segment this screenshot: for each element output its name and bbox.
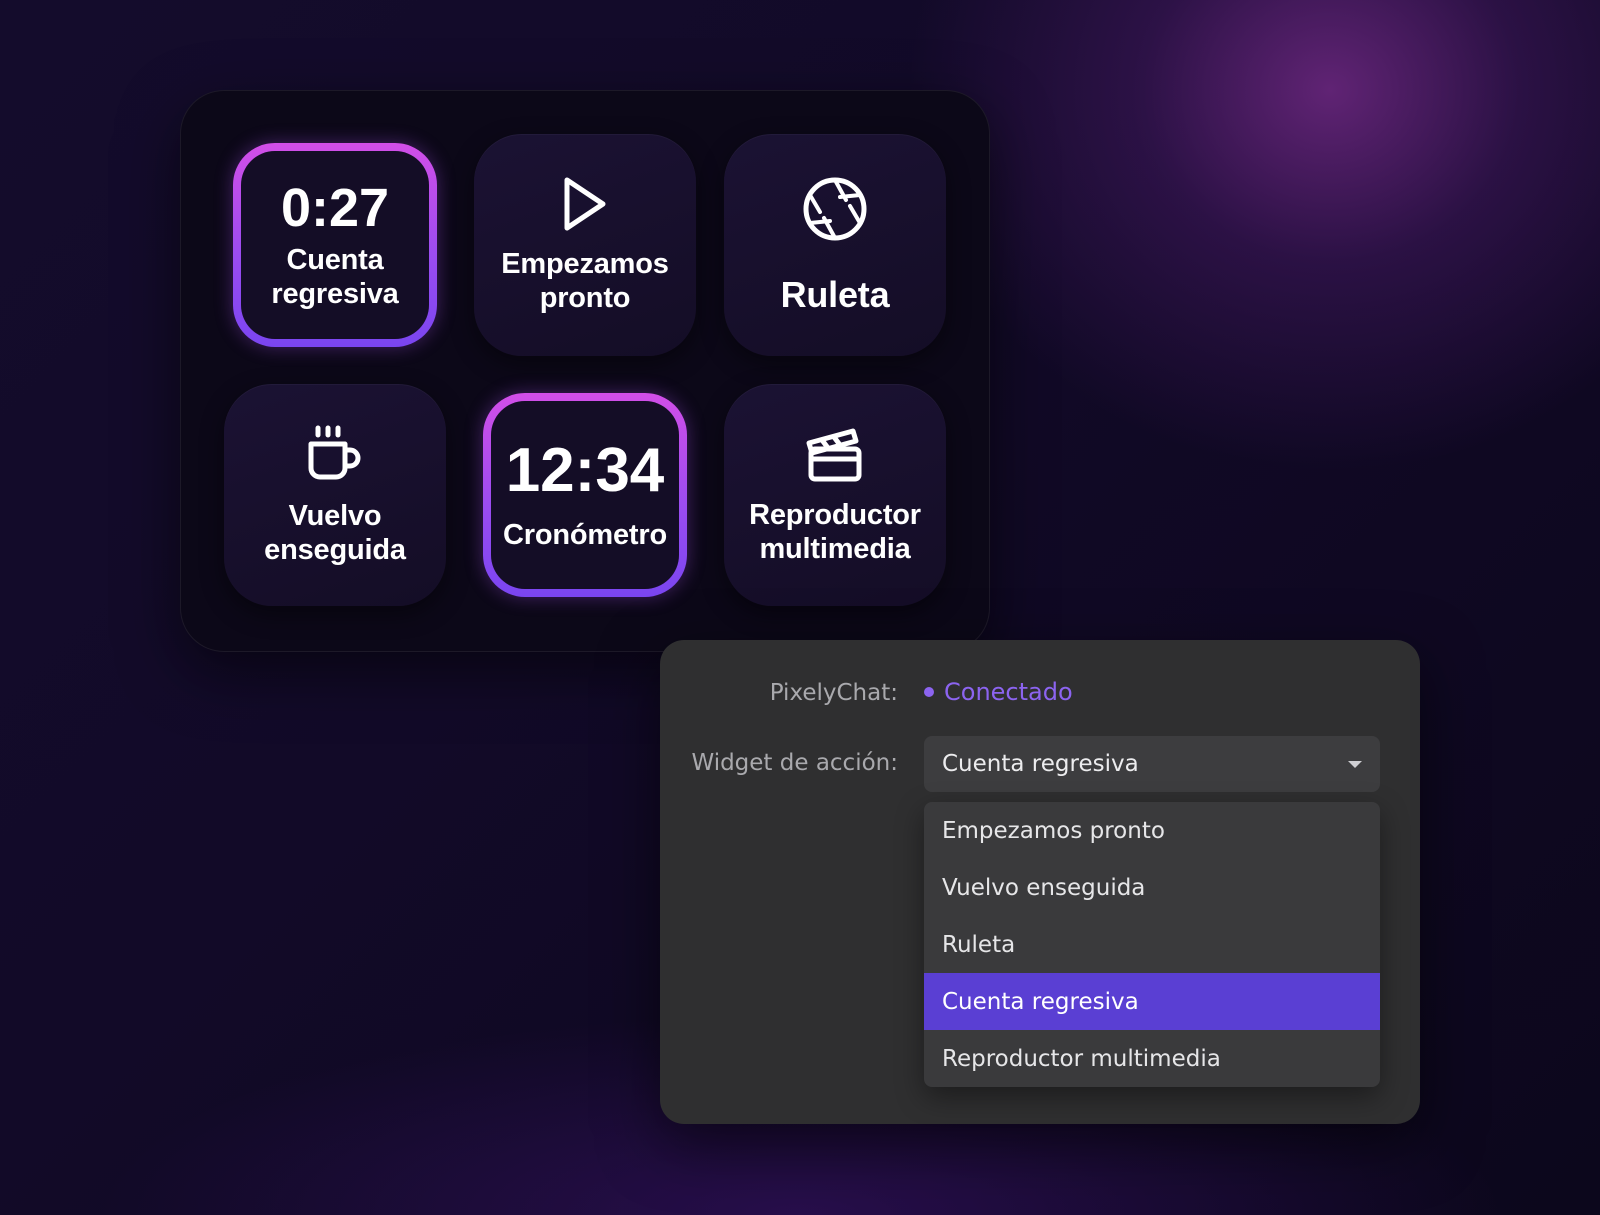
widget-select-value: Cuenta regresiva [942, 751, 1139, 777]
key-stopwatch[interactable]: 12:34 Cronómetro [483, 393, 687, 597]
key-media-player[interactable]: Reproductor multimedia [724, 384, 946, 606]
connection-label: PixelyChat: [769, 680, 898, 706]
status-dot-icon [924, 687, 934, 697]
dropdown-option-vuelvo-enseguida[interactable]: Vuelvo enseguida [924, 859, 1380, 916]
key-countdown-label: Cuenta regresiva [271, 244, 399, 310]
stopwatch-value: 12:34 [505, 436, 665, 505]
coffee-cup-icon [306, 424, 364, 489]
key-media-player-label: Reproductor multimedia [749, 498, 921, 565]
clapperboard-icon [805, 425, 865, 488]
connection-status-text: Conectado [944, 678, 1073, 706]
key-roulette-label: Ruleta [780, 273, 890, 315]
key-roulette[interactable]: Ruleta [724, 134, 946, 356]
dropdown-option-cuenta-regresiva[interactable]: Cuenta regresiva [924, 973, 1380, 1030]
key-starting-soon[interactable]: Empezamos pronto [474, 134, 696, 356]
widget-dropdown-menu: Empezamos pronto Vuelvo enseguida Ruleta… [924, 802, 1380, 1087]
dropdown-option-reproductor-multimedia[interactable]: Reproductor multimedia [924, 1030, 1380, 1087]
chevron-down-icon [1348, 761, 1362, 768]
key-be-right-back[interactable]: Vuelvo enseguida [224, 384, 446, 606]
key-starting-soon-label: Empezamos pronto [501, 247, 669, 314]
settings-panel: PixelyChat: Conectado Widget de acción: … [660, 640, 1420, 1124]
widget-select[interactable]: Cuenta regresiva [924, 736, 1380, 792]
connection-status: Conectado [924, 678, 1073, 706]
key-countdown[interactable]: 0:27 Cuenta regresiva [233, 143, 437, 347]
stream-deck-panel: 0:27 Cuenta regresiva Empezamos pronto R… [180, 90, 990, 652]
countdown-value: 0:27 [280, 178, 390, 238]
aperture-icon [802, 176, 868, 247]
dropdown-option-ruleta[interactable]: Ruleta [924, 916, 1380, 973]
widget-label: Widget de acción: [691, 750, 898, 776]
dropdown-option-empezamos-pronto[interactable]: Empezamos pronto [924, 802, 1380, 859]
key-stopwatch-label: Cronómetro [503, 519, 667, 551]
key-be-right-back-label: Vuelvo enseguida [264, 499, 406, 566]
play-icon [561, 176, 609, 237]
